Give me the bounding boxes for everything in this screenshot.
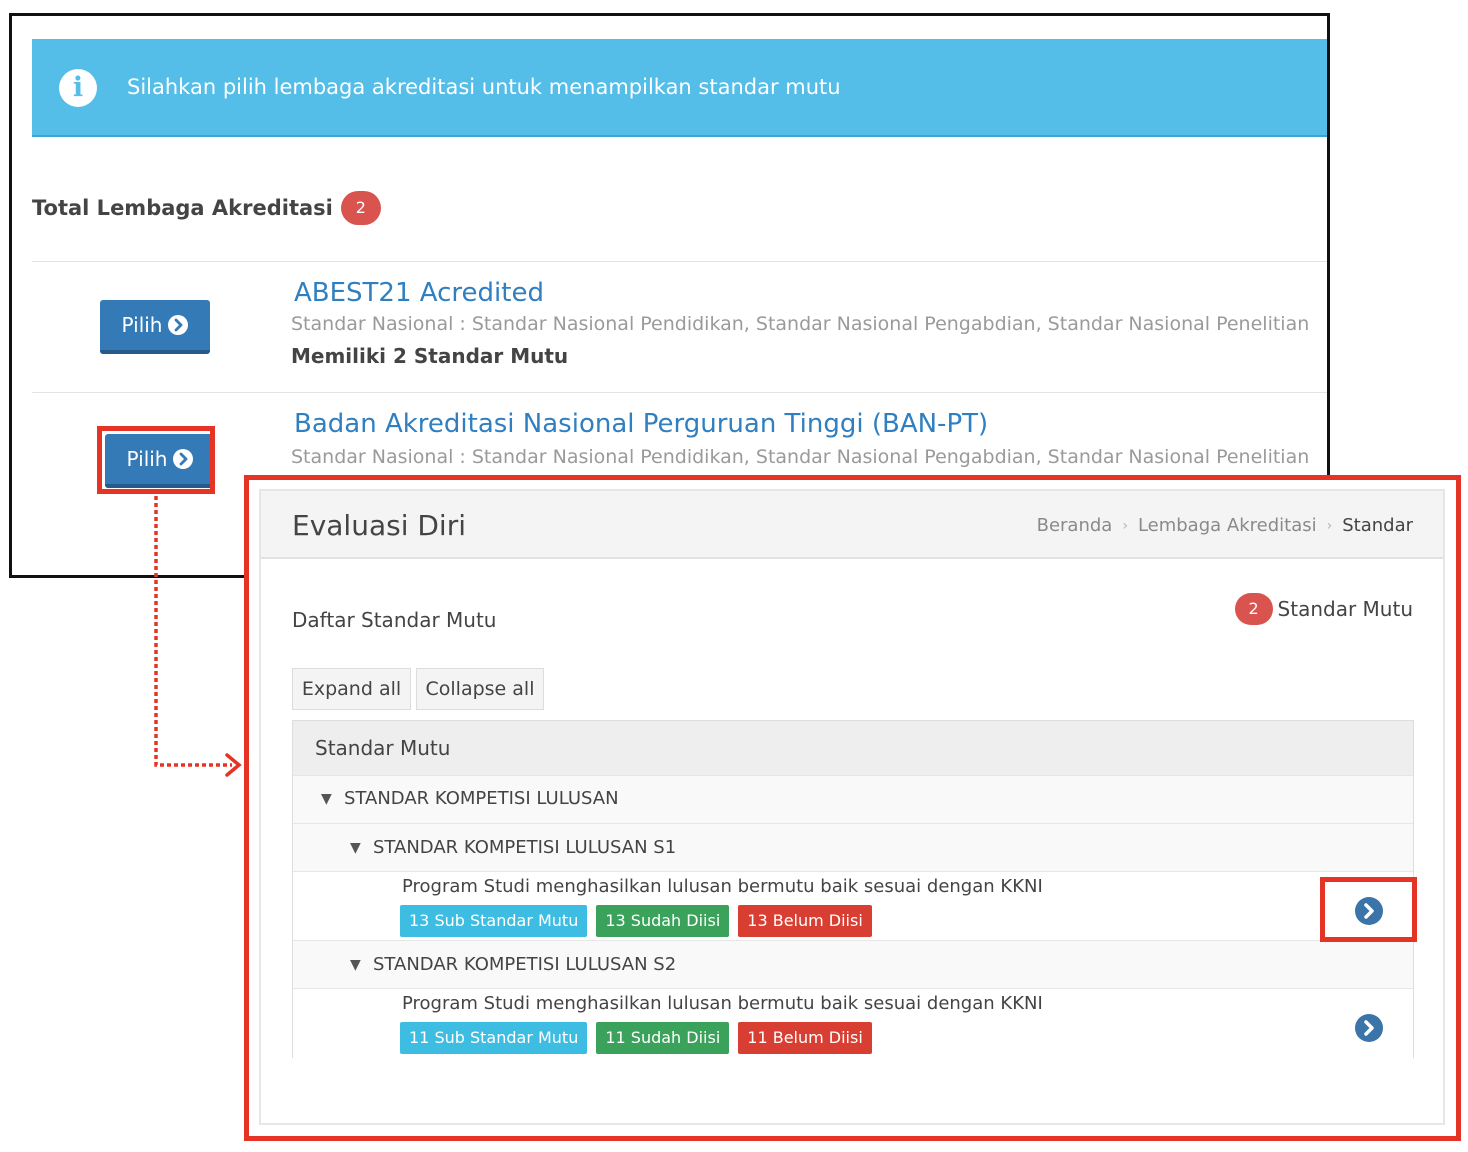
highlight-box-pilih (97, 426, 215, 494)
collapse-all-button[interactable]: Collapse all (416, 668, 544, 710)
tree-item-text: Program Studi menghasilkan lulusan bermu… (402, 876, 1043, 897)
tree-header-label: Standar Mutu (315, 736, 451, 760)
chevron-circle-right-icon[interactable] (1355, 1014, 1383, 1042)
tree-item-badges: 13 Sub Standar Mutu 13 Sudah Diisi 13 Be… (400, 905, 872, 937)
accreditation-standards-abest21: Standar Nasional : Standar Nasional Pend… (291, 313, 1310, 335)
sudah-diisi-badge: 11 Sudah Diisi (596, 1022, 730, 1054)
dotted-arrow-icon (154, 496, 242, 777)
tree-header: Standar Mutu (293, 721, 1413, 776)
accreditation-count-abest21: Memiliki 2 Standar Mutu (291, 344, 569, 368)
standar-count-label: Standar Mutu (1277, 597, 1413, 621)
evaluasi-diri-panel: Evaluasi Diri Beranda › Lembaga Akredita… (259, 489, 1445, 1125)
total-lembaga-badge: 2 (340, 191, 381, 225)
total-lembaga-row: Total Lembaga Akreditasi 2 (32, 191, 381, 225)
tree-subgroup-s1[interactable]: ▼ STANDAR KOMPETISI LULUSAN S1 (293, 824, 1413, 872)
info-circle-icon: i (59, 69, 97, 107)
sub-standar-badge: 13 Sub Standar Mutu (400, 905, 588, 937)
accreditation-title-abest21[interactable]: ABEST21 Acredited (294, 278, 544, 308)
page-title: Evaluasi Diri (292, 509, 467, 542)
divider (32, 261, 1327, 262)
list-label: Daftar Standar Mutu (292, 608, 497, 632)
breadcrumb: Beranda › Lembaga Akreditasi › Standar (1037, 515, 1413, 536)
belum-diisi-badge: 13 Belum Diisi (738, 905, 872, 937)
caret-down-icon[interactable]: ▼ (350, 840, 361, 856)
pilih-button-abest21[interactable]: Pilih (100, 300, 210, 354)
breadcrumb-standar: Standar (1342, 515, 1413, 536)
standar-tree-table: Standar Mutu ▼ STANDAR KOMPETISI LULUSAN… (292, 720, 1414, 1058)
tree-subgroup-label: STANDAR KOMPETISI LULUSAN S2 (373, 954, 677, 975)
chevron-circle-right-icon (168, 315, 189, 335)
chevron-right-icon: › (1122, 517, 1128, 534)
tree-subgroup-label: STANDAR KOMPETISI LULUSAN S1 (373, 837, 677, 858)
sub-standar-badge: 11 Sub Standar Mutu (400, 1022, 588, 1054)
belum-diisi-badge: 11 Belum Diisi (738, 1022, 872, 1054)
sudah-diisi-badge: 13 Sudah Diisi (596, 905, 730, 937)
info-alert: i Silahkan pilih lembaga akreditasi untu… (32, 39, 1327, 137)
tree-item-s2: Program Studi menghasilkan lulusan bermu… (293, 989, 1413, 1058)
highlight-box-detail-button (1320, 877, 1417, 942)
accreditation-standards-ban-pt: Standar Nasional : Standar Nasional Pend… (291, 446, 1310, 468)
total-lembaga-label: Total Lembaga Akreditasi (32, 196, 333, 220)
breadcrumb-lembaga-akreditasi[interactable]: Lembaga Akreditasi (1138, 515, 1317, 536)
pilih-button-label: Pilih (121, 313, 163, 337)
tree-group-label: STANDAR KOMPETISI LULUSAN (344, 788, 619, 809)
content-header: Evaluasi Diri Beranda › Lembaga Akredita… (261, 491, 1443, 559)
info-alert-text: Silahkan pilih lembaga akreditasi untuk … (127, 75, 841, 99)
standar-count-badge: 2 (1234, 593, 1273, 625)
caret-down-icon[interactable]: ▼ (321, 791, 332, 807)
tree-subgroup-s2[interactable]: ▼ STANDAR KOMPETISI LULUSAN S2 (293, 941, 1413, 989)
caret-down-icon[interactable]: ▼ (350, 957, 361, 973)
tree-item-badges: 11 Sub Standar Mutu 11 Sudah Diisi 11 Be… (400, 1022, 872, 1054)
divider (32, 392, 1327, 393)
tree-item-text: Program Studi menghasilkan lulusan bermu… (402, 993, 1043, 1014)
expand-all-button[interactable]: Expand all (292, 668, 411, 710)
chevron-right-icon: › (1326, 517, 1333, 534)
tree-item-s1: Program Studi menghasilkan lulusan bermu… (293, 872, 1413, 941)
breadcrumb-beranda[interactable]: Beranda (1037, 515, 1113, 536)
tree-group-root[interactable]: ▼ STANDAR KOMPETISI LULUSAN (293, 776, 1413, 824)
accreditation-title-ban-pt[interactable]: Badan Akreditasi Nasional Perguruan Ting… (294, 409, 988, 439)
standar-count-row: 2 Standar Mutu (1234, 593, 1413, 625)
